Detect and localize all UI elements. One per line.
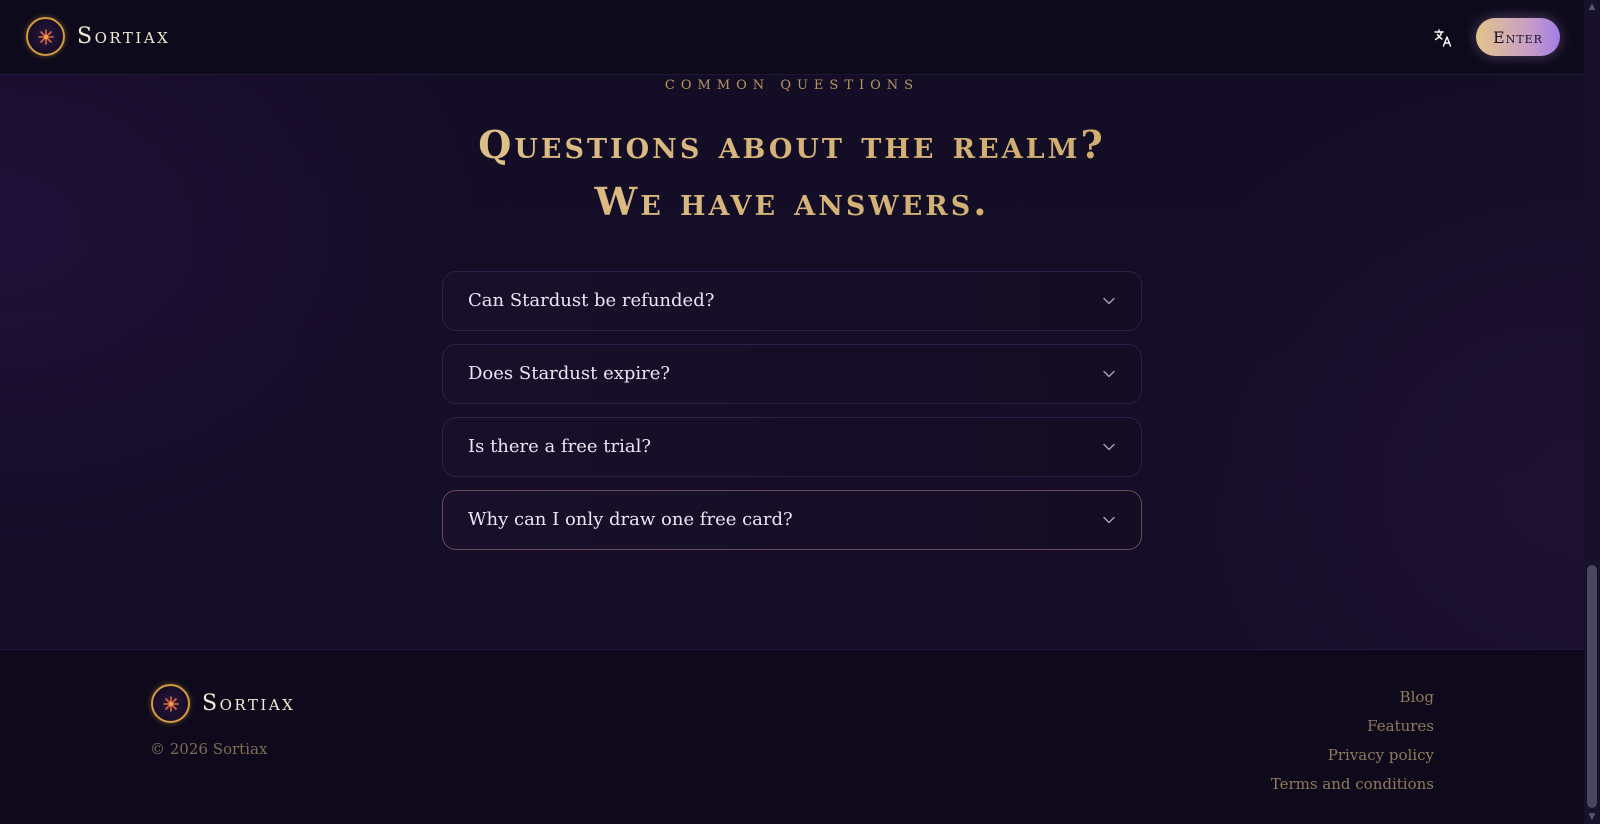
chevron-down-icon (1102, 514, 1116, 526)
scrollbar-thumb[interactable] (1587, 565, 1597, 808)
faq-question: Does Stardust expire? (468, 363, 671, 384)
translate-button[interactable] (1430, 25, 1456, 51)
chevron-down-icon (1102, 295, 1116, 307)
faq-item[interactable]: Does Stardust expire? (442, 344, 1142, 404)
faq-question: Why can I only draw one free card? (468, 509, 793, 530)
page: Sortiax Enter COMMON QUESTIONS Questions… (0, 0, 1600, 824)
faq-item[interactable]: Can Stardust be refunded? (442, 271, 1142, 331)
faq-question: Is there a free trial? (468, 436, 652, 457)
faq-item[interactable]: Is there a free trial? (442, 417, 1142, 477)
chevron-down-icon (1102, 368, 1116, 380)
footer-links: Blog Features Privacy policy Terms and c… (1271, 683, 1434, 799)
section-title: Questions about the realm? We have answe… (0, 116, 1584, 230)
scroll-down-arrow-icon[interactable]: ▼ (1584, 810, 1600, 824)
enter-button[interactable]: Enter (1476, 18, 1560, 56)
top-header: Sortiax Enter (0, 0, 1584, 75)
faq-item[interactable]: Why can I only draw one free card? (442, 490, 1142, 550)
footer-link-terms[interactable]: Terms and conditions (1271, 770, 1434, 799)
faq-question: Can Stardust be refunded? (468, 290, 715, 311)
section-eyebrow: COMMON QUESTIONS (664, 78, 920, 93)
scroll-up-arrow-icon[interactable]: ▲ (1584, 0, 1600, 14)
page-scrollbar[interactable]: ▲ ▼ (1584, 0, 1600, 824)
footer: Sortiax © 2026 Sortiax Blog Features Pri… (0, 649, 1584, 824)
footer-brand[interactable]: Sortiax (151, 684, 295, 723)
section-title-line-1: Questions about the realm? (478, 122, 1106, 167)
footer-brand-name: Sortiax (202, 691, 296, 716)
faq-list: Can Stardust be refunded? Does Stardust … (442, 271, 1142, 563)
compass-logo-icon (26, 17, 65, 56)
section-title-line-2: We have answers. (594, 179, 990, 224)
footer-link-blog[interactable]: Blog (1271, 683, 1434, 712)
chevron-down-icon (1102, 441, 1116, 453)
translate-icon (1434, 29, 1452, 47)
brand-name: Sortiax (77, 24, 171, 49)
compass-logo-icon (151, 684, 190, 723)
footer-link-privacy[interactable]: Privacy policy (1271, 741, 1434, 770)
header-brand[interactable]: Sortiax (26, 17, 170, 56)
footer-link-features[interactable]: Features (1271, 712, 1434, 741)
copyright-text: © 2026 Sortiax (150, 740, 268, 758)
